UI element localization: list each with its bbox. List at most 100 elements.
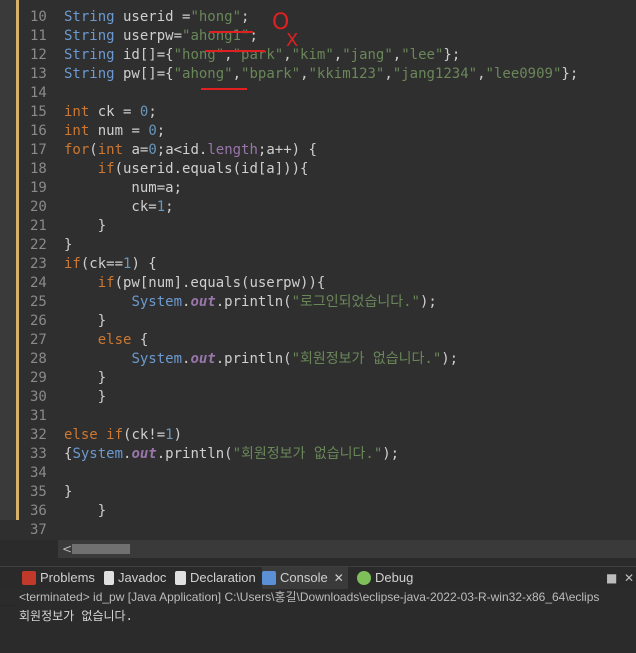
code-token: ); xyxy=(419,294,437,310)
code-token: .println( xyxy=(156,446,233,462)
code-line[interactable]: 25 System.out.println("로그인되었습니다."); xyxy=(22,293,632,312)
line-number: 31 xyxy=(30,408,47,424)
code-token: }; xyxy=(561,66,579,82)
line-number: 27 xyxy=(30,332,47,348)
code-line[interactable]: 11 String userpw="ahong1"; xyxy=(22,27,632,46)
code-line[interactable]: 14 xyxy=(22,84,632,103)
code-token: "회원정보가 없습니다." xyxy=(232,446,383,462)
code-line[interactable]: 13 String pw[]={"ahong","bpark","kkim123"… xyxy=(22,65,632,84)
code-token: (ck!= xyxy=(123,427,166,443)
close-icon[interactable]: ✕ xyxy=(334,571,344,585)
line-number: 34 xyxy=(30,465,47,481)
line-number: 16 xyxy=(30,123,47,139)
code-line[interactable]: 34 xyxy=(22,464,632,483)
code-token: , xyxy=(232,66,242,82)
code-token: ) { xyxy=(131,256,157,272)
code-line[interactable]: 37 xyxy=(22,521,632,540)
code-token: } xyxy=(64,503,107,519)
code-line[interactable]: 10 String userid ="hong"; xyxy=(22,8,632,27)
code-token: } xyxy=(64,484,73,500)
code-line[interactable]: 32 else if(ck!=1) xyxy=(22,426,632,445)
editor-gutter xyxy=(0,0,19,520)
code-token: (pw[num].equals(userpw)){ xyxy=(114,275,326,291)
scroll-left-icon[interactable]: < xyxy=(62,542,72,556)
line-number: 37 xyxy=(30,522,47,538)
tab-debug[interactable]: Debug xyxy=(357,567,413,589)
code-line[interactable]: 35} xyxy=(22,483,632,502)
code-token: 1 xyxy=(156,199,166,215)
horizontal-scrollbar[interactable]: < xyxy=(58,540,636,558)
code-line[interactable]: 19 num=a; xyxy=(22,179,632,198)
code-line[interactable]: 23 if(ck==1) { xyxy=(22,255,632,274)
code-token: userpw= xyxy=(114,28,183,44)
line-number: 36 xyxy=(30,503,47,519)
code-line[interactable]: 27 else { xyxy=(22,331,632,350)
code-token: int xyxy=(97,142,124,158)
code-line[interactable]: 17 for(int a=0;a<id.length;a++) { xyxy=(22,141,632,160)
tab-javadoc[interactable]: Javadoc xyxy=(104,567,166,589)
code-editor[interactable]: 10 String userid ="hong"; 11 String userpw=… xyxy=(0,0,636,540)
code-token: .println( xyxy=(215,351,292,367)
code-text: ck=1; xyxy=(64,199,173,215)
line-number: 32 xyxy=(30,427,47,443)
code-token: ck= xyxy=(64,199,157,215)
code-line[interactable]: 16 int num = 0; xyxy=(22,122,632,141)
code-token: (userid.equals(id[a])){ xyxy=(114,161,309,177)
scrollbar-thumb[interactable] xyxy=(72,544,130,554)
code-text: System.out.println("로그인되었습니다."); xyxy=(64,294,437,310)
code-line[interactable]: 18 if(userid.equals(id[a])){ xyxy=(22,160,632,179)
code-text: {System.out.println("회원정보가 없습니다."); xyxy=(64,446,399,462)
tab-label: Console xyxy=(280,570,328,585)
code-line[interactable]: 21 } xyxy=(22,217,632,236)
code-token: 1 xyxy=(165,427,174,443)
code-token: ;a++) { xyxy=(257,142,317,158)
code-token: int xyxy=(64,104,90,120)
code-token: String xyxy=(64,28,115,44)
code-line[interactable]: 12 String id[]={"hong","park","kim","jang… xyxy=(22,46,632,65)
code-line[interactable]: 28 System.out.println("회원정보가 없습니다."); xyxy=(22,350,632,369)
code-token: ) xyxy=(173,427,183,443)
console-output[interactable]: 회원정보가 없습니다. xyxy=(0,606,636,653)
tab-problems[interactable]: Problems xyxy=(22,567,95,589)
code-token: ; xyxy=(156,123,166,139)
code-token: "lee" xyxy=(401,47,444,63)
line-number: 29 xyxy=(30,370,47,386)
code-token: if xyxy=(97,161,115,177)
code-token: 0 xyxy=(148,142,157,158)
line-number: 15 xyxy=(30,104,47,120)
problems-icon xyxy=(22,570,36,585)
remove-launch-icon[interactable]: ✕ xyxy=(624,571,634,585)
declaration-icon xyxy=(175,570,186,585)
code-line[interactable]: 24 if(pw[num].equals(userpw)){ xyxy=(22,274,632,293)
code-text: System.out.println("회원정보가 없습니다."); xyxy=(64,351,458,367)
code-token: a= xyxy=(123,142,149,158)
code-token: else xyxy=(97,332,132,348)
tab-declaration[interactable]: Declaration xyxy=(175,567,256,589)
code-token: "로그인되었습니다." xyxy=(291,294,420,310)
code-text: } xyxy=(64,370,106,386)
code-text: } xyxy=(64,313,106,329)
line-number: 25 xyxy=(30,294,47,310)
code-token: } xyxy=(64,313,107,329)
underline-ahong1 xyxy=(205,50,265,52)
code-line[interactable]: 31 xyxy=(22,407,632,426)
code-line[interactable]: 30 } xyxy=(22,388,632,407)
code-line[interactable]: 26 } xyxy=(22,312,632,331)
code-token: int xyxy=(64,123,90,139)
tab-console[interactable]: Console ✕ xyxy=(262,567,348,589)
code-line[interactable]: 22} xyxy=(22,236,632,255)
code-token: "bpark" xyxy=(241,66,301,82)
line-number: 20 xyxy=(30,199,47,215)
code-line[interactable]: 20 ck=1; xyxy=(22,198,632,217)
code-line[interactable]: 36 } xyxy=(22,502,632,521)
line-number: 18 xyxy=(30,161,47,177)
code-line[interactable]: 15 int ck = 0; xyxy=(22,103,632,122)
code-line[interactable]: 29 } xyxy=(22,369,632,388)
stop-icon[interactable]: ■ xyxy=(606,571,617,585)
code-token: ( xyxy=(89,142,98,158)
x-annotation: X xyxy=(286,30,299,51)
code-token: if xyxy=(97,275,115,291)
code-line[interactable]: 33 {System.out.println("회원정보가 없습니다."); xyxy=(22,445,632,464)
